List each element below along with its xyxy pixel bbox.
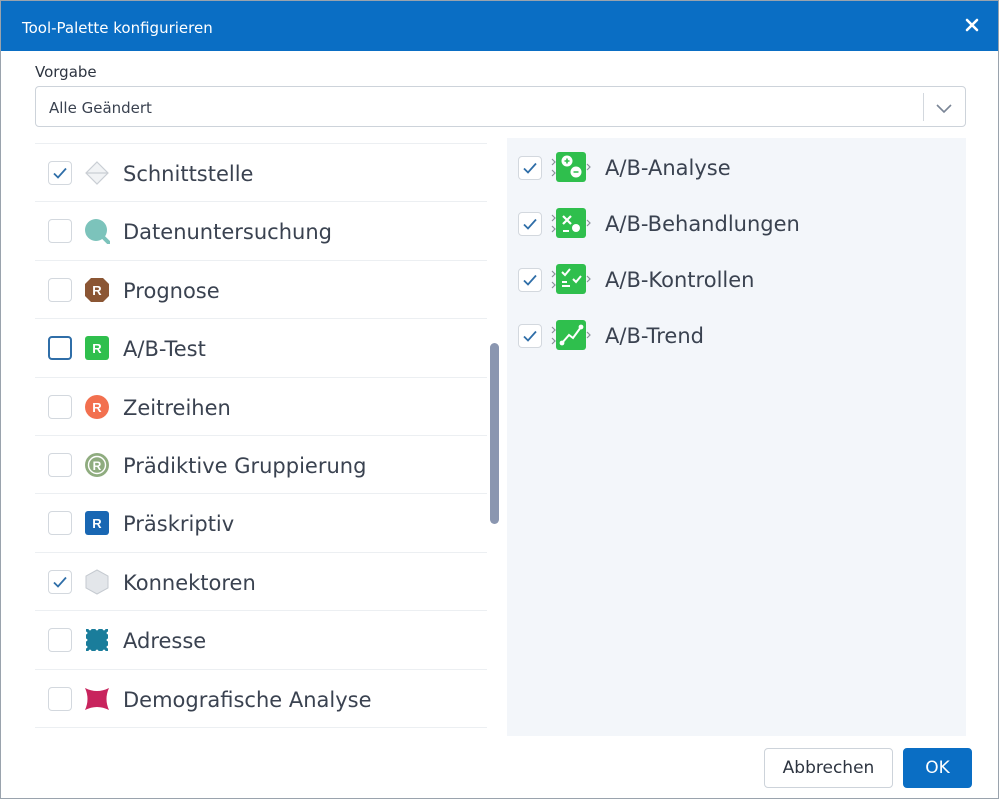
category-checkbox[interactable] bbox=[48, 161, 72, 185]
category-row-schnittstelle[interactable]: Schnittstelle bbox=[35, 144, 487, 203]
tool-list-panel: A/B-Analyse A/B-Behandlungen A/B-Kontrol… bbox=[507, 138, 966, 736]
category-row-datenuntersuchung[interactable]: Datenuntersuchung bbox=[35, 202, 487, 261]
close-icon[interactable] bbox=[960, 13, 984, 37]
category-checkbox[interactable] bbox=[48, 511, 72, 536]
preset-dropdown[interactable]: Alle Geändert bbox=[35, 86, 966, 127]
category-label: Zeitreihen bbox=[123, 395, 231, 420]
ok-button[interactable]: OK bbox=[903, 748, 972, 788]
dropdown-divider bbox=[923, 93, 924, 121]
category-label: Datenuntersuchung bbox=[123, 220, 332, 245]
cancel-button[interactable]: Abbrechen bbox=[764, 748, 893, 788]
category-row-demografische-analyse[interactable]: Demografische Analyse bbox=[35, 670, 487, 728]
svg-text:R: R bbox=[92, 516, 102, 531]
svg-text:R: R bbox=[92, 341, 102, 356]
ab-trend-icon bbox=[551, 320, 591, 350]
preset-selected-value: Alle Geändert bbox=[49, 99, 152, 117]
tool-checkbox[interactable] bbox=[518, 156, 542, 180]
tool-row-ab-trend[interactable]: A/B-Trend bbox=[507, 308, 966, 364]
svg-text:R: R bbox=[92, 283, 102, 298]
checkmark-icon bbox=[523, 162, 537, 174]
r-time-series-icon: R bbox=[85, 394, 109, 419]
category-checkbox[interactable] bbox=[48, 219, 72, 244]
category-label: Demografische Analyse bbox=[123, 687, 372, 712]
category-label: A/B-Test bbox=[123, 337, 206, 362]
category-row-konnektoren[interactable]: Konnektoren bbox=[35, 553, 487, 612]
category-checkbox[interactable] bbox=[48, 569, 72, 594]
tool-label: A/B-Trend bbox=[605, 324, 704, 348]
category-row-praeskriptiv[interactable]: R Präskriptiv bbox=[35, 494, 487, 553]
category-list-scrollbar[interactable] bbox=[490, 343, 499, 524]
ab-controls-icon bbox=[551, 264, 591, 294]
tool-row-ab-kontrollen[interactable]: A/B-Kontrollen bbox=[507, 252, 966, 308]
tool-label: A/B-Kontrollen bbox=[605, 268, 755, 292]
dialog-title: Tool-Palette konfigurieren bbox=[22, 19, 213, 37]
tool-row-ab-analyse[interactable]: A/B-Analyse bbox=[507, 140, 966, 196]
ab-treatments-icon bbox=[551, 208, 591, 238]
data-investigation-icon bbox=[85, 219, 110, 245]
svg-text:R: R bbox=[92, 400, 102, 415]
interface-diamond-icon bbox=[85, 161, 109, 185]
r-prescriptive-icon: R bbox=[85, 511, 109, 536]
category-checkbox[interactable] bbox=[48, 277, 72, 302]
checkmark-icon bbox=[523, 274, 537, 286]
configure-tool-palette-dialog: Tool-Palette konfigurieren Vorgabe Alle … bbox=[0, 0, 999, 799]
category-row-adresse[interactable]: Adresse bbox=[35, 611, 487, 670]
category-checkbox[interactable] bbox=[48, 686, 72, 711]
tool-checkbox[interactable] bbox=[518, 324, 542, 348]
title-bar: Tool-Palette konfigurieren bbox=[1, 1, 998, 51]
category-label: Präskriptiv bbox=[123, 512, 235, 537]
category-label: Adresse bbox=[123, 629, 207, 654]
ab-analysis-icon bbox=[551, 152, 591, 182]
r-ab-test-icon: R bbox=[85, 336, 109, 361]
preset-label: Vorgabe bbox=[35, 63, 97, 81]
demographic-icon bbox=[85, 687, 109, 710]
category-row-zeitreihen[interactable]: R Zeitreihen bbox=[35, 378, 487, 436]
svg-text:R: R bbox=[93, 459, 102, 473]
category-label: Prädiktive Gruppierung bbox=[123, 453, 367, 478]
checkmark-icon bbox=[523, 330, 537, 342]
connector-hexagon-icon bbox=[85, 569, 109, 595]
tool-checkbox[interactable] bbox=[518, 268, 542, 292]
tool-row-ab-behandlungen[interactable]: A/B-Behandlungen bbox=[507, 196, 966, 252]
tool-label: A/B-Analyse bbox=[605, 156, 731, 180]
category-label: Konnektoren bbox=[123, 570, 256, 595]
category-checkbox[interactable] bbox=[48, 394, 72, 419]
category-list: Schnittstelle Datenuntersuchung R Progno… bbox=[35, 143, 487, 731]
category-checkbox[interactable] bbox=[48, 628, 72, 653]
r-prognose-icon: R bbox=[85, 277, 109, 302]
tool-label: A/B-Behandlungen bbox=[605, 212, 800, 236]
checkmark-icon bbox=[53, 167, 67, 179]
checkmark-icon bbox=[53, 576, 67, 588]
category-label: Schnittstelle bbox=[123, 162, 254, 186]
category-row-ab-test[interactable]: R A/B-Test bbox=[35, 319, 487, 378]
address-stamp-icon bbox=[84, 627, 110, 653]
checkmark-icon bbox=[523, 218, 537, 230]
category-checkbox[interactable] bbox=[48, 336, 72, 361]
category-checkbox[interactable] bbox=[48, 452, 72, 477]
r-grouping-icon: R bbox=[85, 452, 109, 477]
category-row-prognose[interactable]: R Prognose bbox=[35, 261, 487, 320]
category-label: Prognose bbox=[123, 278, 220, 303]
category-row-praediktive-gruppierung[interactable]: R Prädiktive Gruppierung bbox=[35, 436, 487, 495]
tool-checkbox[interactable] bbox=[518, 212, 542, 236]
chevron-down-icon[interactable] bbox=[935, 99, 953, 117]
